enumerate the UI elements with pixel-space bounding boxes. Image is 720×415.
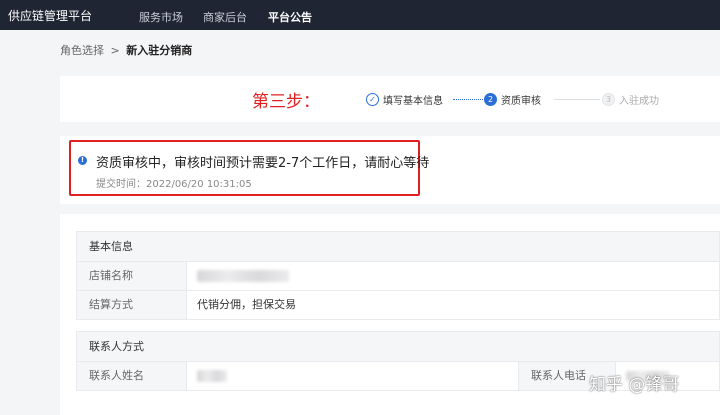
step-number: 2 xyxy=(484,93,497,106)
basic-info-section: 基本信息 店铺名称 结算方式 代销分佣，担保交易 xyxy=(76,231,720,320)
breadcrumb: 角色选择 > 新入驻分销商 xyxy=(60,42,192,58)
step-onboard-success: 3 入驻成功 xyxy=(602,92,659,107)
top-navbar: 供应链管理平台 服务市场 商家后台 平台公告 xyxy=(0,0,720,30)
check-icon: ✓ xyxy=(366,93,379,106)
step-label: 入驻成功 xyxy=(619,96,659,107)
submit-time: 提交时间：2022/06/20 10:31:05 xyxy=(96,179,252,190)
status-message: 资质审核中，审核时间预计需要2-7个工作日，请耐心等待 xyxy=(96,156,430,171)
watermark: 知乎 @锋哥 xyxy=(589,375,680,395)
step-label: 资质审核 xyxy=(501,96,541,107)
breadcrumb-separator: > xyxy=(110,44,120,57)
row-label: 结算方式 xyxy=(77,291,187,319)
info-icon: ! xyxy=(78,156,87,165)
step-qualification-review: 2 资质审核 xyxy=(484,92,541,107)
step-connector xyxy=(554,99,600,100)
redacted-value xyxy=(197,270,289,282)
step-fill-basic-info: ✓ 填写基本信息 xyxy=(366,92,443,107)
nav-item-merchant-backend[interactable]: 商家后台 xyxy=(203,9,247,25)
store-name-value xyxy=(187,262,719,290)
contact-name-value xyxy=(187,362,518,390)
breadcrumb-current: 新入驻分销商 xyxy=(126,44,193,57)
nav-item-platform-notice[interactable]: 平台公告 xyxy=(268,9,312,25)
step-number: 3 xyxy=(602,93,615,106)
app-title: 供应链管理平台 xyxy=(8,9,93,23)
section-title: 联系人方式 xyxy=(77,332,719,361)
nav-item-service-market[interactable]: 服务市场 xyxy=(139,9,183,25)
step-label: 填写基本信息 xyxy=(383,96,443,107)
redacted-value xyxy=(197,370,227,382)
step-title: 第三步： xyxy=(252,92,320,112)
status-card: ! 资质审核中，审核时间预计需要2-7个工作日，请耐心等待 提交时间：2022/… xyxy=(60,136,720,204)
review-status-box: ! 资质审核中，审核时间预计需要2-7个工作日，请耐心等待 提交时间：2022/… xyxy=(69,140,429,196)
row-label: 店铺名称 xyxy=(77,262,187,290)
row-label: 联系人姓名 xyxy=(77,362,187,390)
section-title: 基本信息 xyxy=(77,232,719,261)
table-row: 结算方式 代销分佣，担保交易 xyxy=(77,290,719,319)
step-connector xyxy=(453,99,485,100)
table-row: 店铺名称 xyxy=(77,261,719,290)
settlement-method-value: 代销分佣，担保交易 xyxy=(197,298,296,311)
breadcrumb-parent[interactable]: 角色选择 xyxy=(60,44,104,57)
steps-card: 第三步： ✓ 填写基本信息 2 资质审核 3 入驻成功 xyxy=(60,76,720,122)
